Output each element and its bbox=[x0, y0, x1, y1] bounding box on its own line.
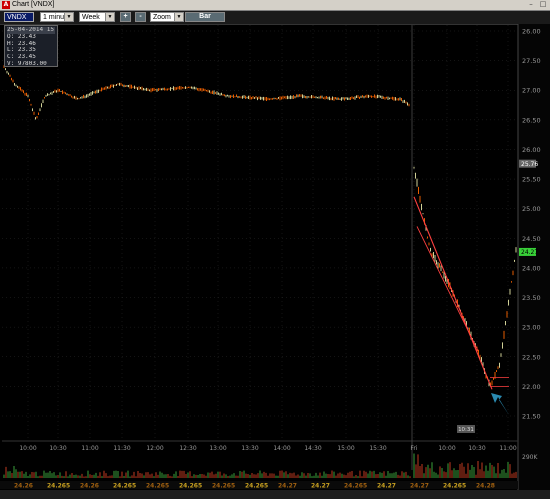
ohlc-volume: V: 97803.00 bbox=[7, 60, 47, 67]
ohlc-info-box: 25-04-2014 15:55 O: 23.43 H: 23.46 L: 23… bbox=[4, 25, 58, 67]
x-tick-label: 14:00 bbox=[273, 445, 290, 452]
ohlc-high: H: 23.46 bbox=[7, 40, 36, 47]
y-tick-label: 23.00 bbox=[522, 324, 541, 332]
x-tick-label: 12:30 bbox=[179, 445, 196, 452]
y-tick-label: 23.50 bbox=[522, 294, 541, 302]
strip-value: 24.26 bbox=[80, 483, 99, 490]
strip-value: 24.265 bbox=[344, 483, 367, 490]
ohlc-open: O: 23.43 bbox=[7, 33, 36, 40]
price-chart[interactable]: 26.00 27.50 27.00 26.50 26.00 25.50 25.00 24.50… bbox=[0, 0, 550, 499]
x-tick-label: 13:00 bbox=[209, 445, 226, 452]
price-bars bbox=[3, 65, 517, 387]
x-tick-label: 15:00 bbox=[337, 445, 354, 452]
strip-value: 24.265 bbox=[212, 483, 235, 490]
y-tick-label: 24.00 bbox=[522, 264, 541, 272]
strip-value: 24.265 bbox=[47, 483, 70, 490]
x-tick-label: 11:30 bbox=[113, 445, 130, 452]
horizontal-scrollbar[interactable] bbox=[0, 490, 550, 499]
strip-value: 24.27 bbox=[311, 483, 330, 490]
last-price-label: 24.27 bbox=[521, 249, 538, 256]
cursor-time-label: 10:31 bbox=[458, 427, 474, 433]
y-tick-label: 25.50 bbox=[522, 176, 541, 184]
strip-value: 24.28 bbox=[476, 483, 495, 490]
y-tick-label: 26.00 bbox=[522, 146, 541, 154]
y-tick-label: 26.00 bbox=[522, 28, 541, 36]
strip-value: 24.265 bbox=[113, 483, 136, 490]
strip-value: 24.27 bbox=[410, 483, 429, 490]
y-tick-label: 22.50 bbox=[522, 353, 541, 361]
prev-close-label: 25.76 bbox=[521, 161, 538, 168]
x-tick-label: 13:30 bbox=[241, 445, 258, 452]
x-tick-label: 12:00 bbox=[146, 445, 163, 452]
bottom-value-strip: 24.26 24.265 24.26 24.265 24.265 24.265 24.265… bbox=[0, 481, 518, 490]
strip-value: 24.265 bbox=[245, 483, 268, 490]
strip-value: 24.27 bbox=[377, 483, 396, 490]
x-tick-label: 11:00 bbox=[499, 445, 516, 452]
ohlc-low: L: 23.35 bbox=[7, 47, 36, 54]
x-axis: 10:00 10:30 11:00 11:30 12:00 12:30 13:00 13:30… bbox=[19, 425, 517, 452]
ohlc-timestamp: 25-04-2014 15:55 bbox=[7, 27, 55, 34]
chart-grid bbox=[2, 24, 550, 490]
chart-window: A Chart [VNDX] – □ VNDX 1 minute ▼ Week … bbox=[0, 0, 550, 499]
x-tick-label: 10:00 bbox=[438, 445, 455, 452]
volume-scale-label: 290K bbox=[522, 454, 538, 461]
x-tick-label: 14:30 bbox=[304, 445, 321, 452]
strip-value: 24.27 bbox=[278, 483, 297, 490]
y-tick-label: 24.50 bbox=[522, 235, 541, 243]
trendline-lower bbox=[416, 226, 479, 352]
volume-bars bbox=[3, 453, 517, 478]
strip-value: 24.265 bbox=[179, 483, 202, 490]
y-tick-label: 27.50 bbox=[522, 57, 541, 65]
y-tick-label: 22.00 bbox=[522, 383, 541, 391]
x-tick-label: 11:00 bbox=[81, 445, 98, 452]
strip-value: 24.265 bbox=[443, 483, 466, 490]
y-tick-label: 25.00 bbox=[522, 205, 541, 213]
x-tick-label: 10:30 bbox=[49, 445, 66, 452]
y-tick-label: 26.50 bbox=[522, 116, 541, 124]
x-tick-label: 15:30 bbox=[369, 445, 386, 452]
arrow-icon bbox=[491, 393, 509, 415]
y-tick-label: 21.50 bbox=[522, 413, 541, 421]
annotations bbox=[413, 196, 509, 415]
x-tick-label: 10:00 bbox=[19, 445, 36, 452]
y-tick-label: 27.00 bbox=[522, 87, 541, 95]
strip-value: 24.26 bbox=[14, 483, 33, 490]
x-tick-label: Fri bbox=[410, 445, 417, 452]
x-tick-label: 10:30 bbox=[468, 445, 485, 452]
strip-value: 24.265 bbox=[146, 483, 169, 490]
ohlc-close: C: 23.45 bbox=[7, 54, 36, 61]
trendline-upper bbox=[413, 196, 493, 390]
